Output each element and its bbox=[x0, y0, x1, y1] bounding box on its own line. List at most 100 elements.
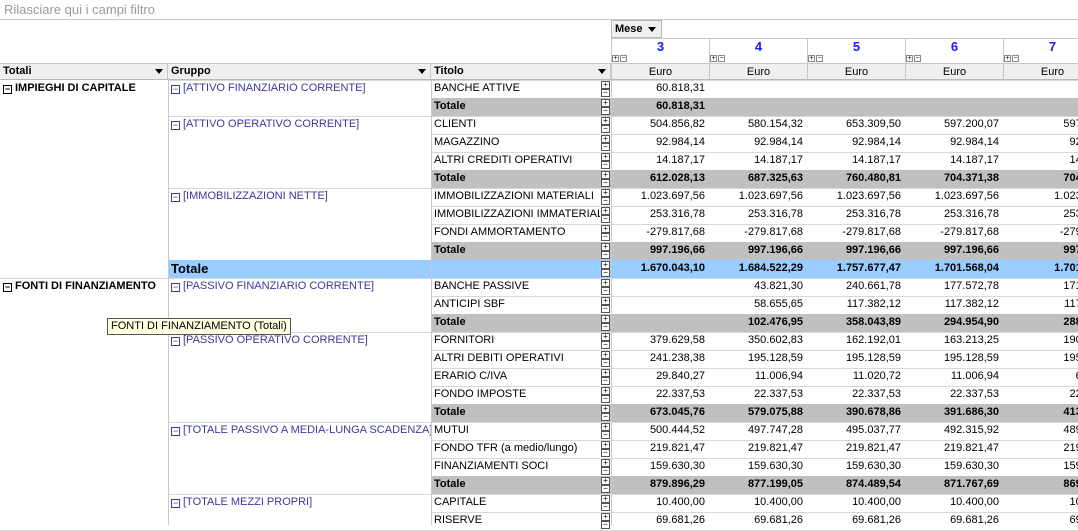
collapse-icon[interactable]: − bbox=[601, 503, 610, 511]
collapse-icon[interactable]: − bbox=[3, 283, 12, 292]
titolo-cell[interactable]: FONDI AMMORTAMENTO bbox=[431, 224, 600, 242]
value-cell[interactable]: 497.747,28 bbox=[709, 422, 807, 440]
value-cell[interactable]: -279.817,68 bbox=[611, 224, 709, 242]
value-cell[interactable]: 159.630,30 bbox=[807, 458, 905, 476]
titolo-cell[interactable]: FONDO TFR (a medio/lungo) bbox=[431, 440, 600, 458]
group-header[interactable]: − [ATTIVO FINANZIARIO CORRENTE] bbox=[168, 80, 431, 98]
value-cell[interactable]: 219.82 bbox=[1003, 440, 1078, 458]
value-cell[interactable]: 219.821,47 bbox=[807, 440, 905, 458]
value-cell[interactable]: 1.670.043,10 bbox=[611, 260, 709, 278]
group-header[interactable]: − [ATTIVO OPERATIVO CORRENTE] bbox=[168, 116, 431, 134]
value-cell[interactable]: 379.629,58 bbox=[611, 332, 709, 350]
value-cell[interactable]: 162.192,01 bbox=[807, 332, 905, 350]
value-cell[interactable]: -279.817,68 bbox=[709, 224, 807, 242]
collapse-icon[interactable]: − bbox=[3, 85, 12, 94]
value-cell[interactable]: 195.128,59 bbox=[807, 350, 905, 368]
collapse-icon[interactable]: − bbox=[601, 233, 610, 241]
collapse-icon[interactable]: − bbox=[601, 215, 610, 223]
value-cell[interactable]: 117.382,12 bbox=[807, 296, 905, 314]
collapse-icon[interactable]: − bbox=[601, 287, 610, 295]
subtotal-label[interactable]: Totale bbox=[431, 242, 600, 260]
value-cell[interactable]: 997.196,66 bbox=[709, 242, 807, 260]
value-cell[interactable]: 294.954,90 bbox=[905, 314, 1003, 332]
value-cell[interactable]: 69.68 bbox=[1003, 512, 1078, 530]
value-cell[interactable]: 11.020,72 bbox=[807, 368, 905, 386]
value-cell[interactable]: 879.896,29 bbox=[611, 476, 709, 494]
value-cell[interactable]: 60.818,31 bbox=[611, 80, 709, 98]
value-cell[interactable]: 612.028,13 bbox=[611, 170, 709, 188]
value-cell[interactable]: 1.684.522,29 bbox=[709, 260, 807, 278]
collapse-icon[interactable]: − bbox=[1012, 55, 1019, 62]
collapse-icon[interactable]: − bbox=[601, 161, 610, 169]
value-cell[interactable]: 1.023.697,56 bbox=[905, 188, 1003, 206]
value-cell[interactable]: 14.187,17 bbox=[905, 152, 1003, 170]
value-cell[interactable]: 580.154,32 bbox=[709, 116, 807, 134]
month-header[interactable]: 5 bbox=[807, 38, 905, 55]
value-cell[interactable]: 10.400,00 bbox=[807, 494, 905, 512]
value-cell[interactable]: 1.023.697,56 bbox=[611, 188, 709, 206]
value-cell[interactable]: 219.821,47 bbox=[611, 440, 709, 458]
column-field-mese[interactable]: Mese bbox=[611, 20, 662, 38]
value-cell[interactable]: 241.238,38 bbox=[611, 350, 709, 368]
value-cell[interactable]: 159.630,30 bbox=[905, 458, 1003, 476]
group-header[interactable]: − [IMMOBILIZZAZIONI NETTE] bbox=[168, 188, 431, 206]
collapse-icon[interactable]: − bbox=[601, 143, 610, 151]
value-cell[interactable]: 159.63 bbox=[1003, 458, 1078, 476]
collapse-icon[interactable]: − bbox=[601, 395, 610, 403]
value-cell[interactable]: 22.337,53 bbox=[807, 386, 905, 404]
value-cell[interactable]: 14.187,17 bbox=[807, 152, 905, 170]
value-cell[interactable]: 874.489,54 bbox=[807, 476, 905, 494]
value-cell[interactable]: 997.196,66 bbox=[905, 242, 1003, 260]
section-header[interactable]: − IMPIEGHI DI CAPITALE bbox=[0, 80, 168, 98]
collapse-icon[interactable]: − bbox=[718, 55, 725, 62]
chevron-down-icon[interactable] bbox=[648, 27, 656, 32]
value-cell[interactable]: 10.40 bbox=[1003, 494, 1078, 512]
value-cell[interactable]: 253.31 bbox=[1003, 206, 1078, 224]
value-cell[interactable]: 1.023.697,56 bbox=[807, 188, 905, 206]
collapse-icon[interactable]: − bbox=[601, 269, 610, 277]
value-cell[interactable]: 43.821,30 bbox=[709, 278, 807, 296]
month-header[interactable]: 6 bbox=[905, 38, 1003, 55]
titolo-cell[interactable]: MUTUI bbox=[431, 422, 600, 440]
grand-total-label[interactable]: Totale bbox=[168, 260, 431, 278]
value-cell[interactable]: 117.382,12 bbox=[905, 296, 1003, 314]
value-cell[interactable] bbox=[905, 98, 1003, 116]
value-cell[interactable]: 997.196,66 bbox=[807, 242, 905, 260]
collapse-icon[interactable]: − bbox=[601, 431, 610, 439]
value-cell[interactable]: 159.630,30 bbox=[611, 458, 709, 476]
collapse-icon[interactable]: − bbox=[601, 413, 610, 421]
value-cell[interactable]: 10.400,00 bbox=[905, 494, 1003, 512]
collapse-icon[interactable]: − bbox=[620, 55, 627, 62]
value-cell[interactable] bbox=[905, 80, 1003, 98]
value-cell[interactable]: 69.681,26 bbox=[807, 512, 905, 530]
value-cell[interactable]: 997.196,66 bbox=[611, 242, 709, 260]
titolo-cell[interactable]: BANCHE ATTIVE bbox=[431, 80, 600, 98]
value-cell[interactable]: 1.023.69 bbox=[1003, 188, 1078, 206]
titolo-cell[interactable]: BANCHE PASSIVE bbox=[431, 278, 600, 296]
value-cell[interactable]: 500.444,52 bbox=[611, 422, 709, 440]
collapse-icon[interactable]: − bbox=[816, 55, 823, 62]
expand-icon[interactable]: + bbox=[808, 55, 815, 62]
value-cell[interactable]: 92.984,14 bbox=[611, 134, 709, 152]
value-cell[interactable]: 22.337,53 bbox=[709, 386, 807, 404]
row-field-gruppo[interactable]: Gruppo bbox=[168, 64, 431, 79]
value-cell[interactable]: 1.701.57 bbox=[1003, 260, 1078, 278]
value-cell[interactable]: 687.325,63 bbox=[709, 170, 807, 188]
titolo-cell[interactable]: MAGAZZINO bbox=[431, 134, 600, 152]
collapse-icon[interactable]: − bbox=[601, 305, 610, 313]
value-cell[interactable]: 704.371,38 bbox=[905, 170, 1003, 188]
value-cell[interactable]: 159.630,30 bbox=[709, 458, 807, 476]
value-cell[interactable]: 29.840,27 bbox=[611, 368, 709, 386]
subtotal-label[interactable]: Totale bbox=[431, 98, 600, 116]
titolo-cell[interactable]: ALTRI DEBITI OPERATIVI bbox=[431, 350, 600, 368]
value-cell[interactable]: 102.476,95 bbox=[709, 314, 807, 332]
value-cell[interactable]: 704.37 bbox=[1003, 170, 1078, 188]
value-cell[interactable]: 390.678,86 bbox=[807, 404, 905, 422]
value-cell[interactable]: 219.821,47 bbox=[905, 440, 1003, 458]
value-cell[interactable]: 869.03 bbox=[1003, 476, 1078, 494]
collapse-icon[interactable]: − bbox=[601, 377, 610, 385]
titolo-cell[interactable]: FORNITORI bbox=[431, 332, 600, 350]
value-cell[interactable]: 14.18 bbox=[1003, 152, 1078, 170]
month-header[interactable]: 4 bbox=[709, 38, 807, 55]
value-cell[interactable]: 22.337,53 bbox=[905, 386, 1003, 404]
